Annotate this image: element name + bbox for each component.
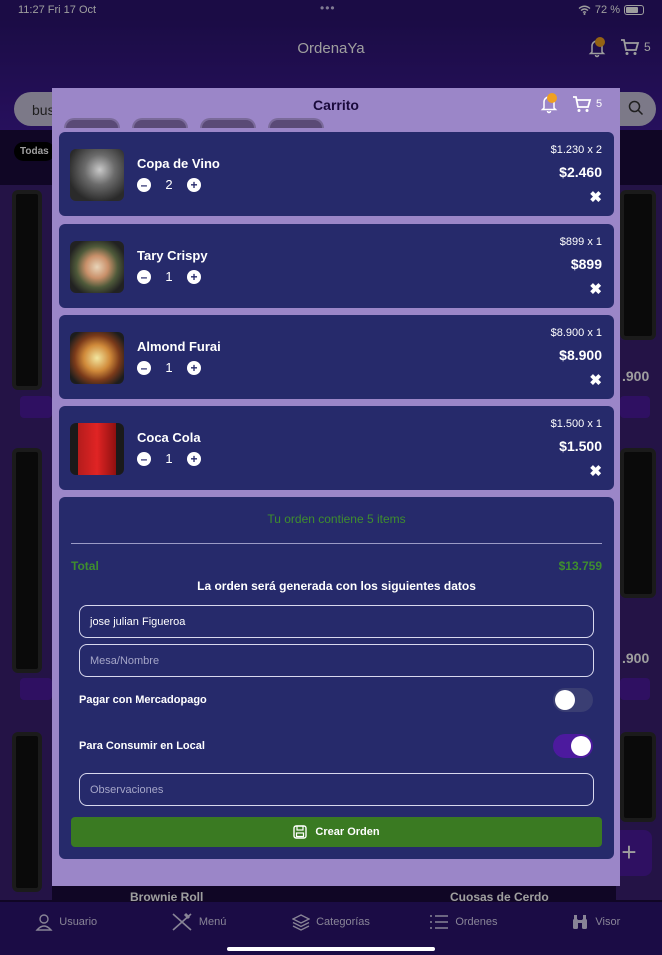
item-subtotal: $899 xyxy=(570,256,602,272)
remove-item-button[interactable]: ✖ xyxy=(589,188,602,206)
cart-item: Copa de Vino – 2 + $1.230 x 2 $2.460 ✖ xyxy=(59,132,614,216)
wine-glass-photo xyxy=(70,149,124,201)
remove-item-button[interactable]: ✖ xyxy=(589,280,602,298)
unit-price: $1.230 x 2 xyxy=(550,144,602,156)
cart-modal-header: Carrito 5 xyxy=(52,88,620,128)
category-thumb xyxy=(64,118,120,128)
cart-item: Almond Furai – 1 + $8.900 x 1 $8.900 ✖ xyxy=(59,315,614,399)
create-order-label: Crear Orden xyxy=(315,826,380,838)
order-summary: Tu orden contiene 5 items Total $13.759 … xyxy=(59,497,614,859)
category-thumb xyxy=(268,118,324,128)
quantity-stepper: – 1 + xyxy=(137,269,201,284)
create-order-button[interactable]: Crear Orden xyxy=(71,817,602,847)
category-thumb xyxy=(132,118,188,128)
toggle-knob xyxy=(571,736,591,756)
cart-item: Tary Crispy – 1 + $899 x 1 $899 ✖ xyxy=(59,224,614,308)
increment-button[interactable]: + xyxy=(187,177,201,192)
quantity-stepper: – 1 + xyxy=(137,451,201,466)
unit-price: $899 x 1 xyxy=(559,236,602,248)
cart-item-name: Tary Crispy xyxy=(137,248,208,263)
quantity-value: 2 xyxy=(165,177,173,192)
increment-button[interactable]: + xyxy=(187,360,201,375)
cart-item-name: Copa de Vino xyxy=(137,156,220,171)
divider xyxy=(71,543,602,544)
category-thumbnails-peek xyxy=(64,118,324,128)
total-value: $13.759 xyxy=(558,559,602,573)
cart-item-name: Coca Cola xyxy=(137,430,201,445)
save-icon xyxy=(293,825,308,839)
home-indicator[interactable] xyxy=(227,947,435,951)
cart-title: Carrito xyxy=(313,97,359,113)
bell-icon xyxy=(540,93,558,114)
coca-cola-can-photo xyxy=(70,423,124,475)
remove-item-button[interactable]: ✖ xyxy=(589,462,602,480)
modal-cart-count: 5 xyxy=(596,98,603,110)
category-thumb xyxy=(200,118,256,128)
quantity-stepper: – 1 + xyxy=(137,360,201,375)
increment-button[interactable]: + xyxy=(187,451,201,466)
item-subtotal: $2.460 xyxy=(559,164,602,180)
mesa-nombre-field[interactable]: Mesa/Nombre xyxy=(79,644,594,677)
decrement-button[interactable]: – xyxy=(137,360,151,375)
cart-modal: Carrito 5 Copa de Vino – 2 + $1.230 x 2 … xyxy=(52,88,620,886)
decrement-button[interactable]: – xyxy=(137,269,151,284)
modal-cart-button[interactable]: 5 xyxy=(572,95,602,113)
consumir-local-label: Para Consumir en Local xyxy=(79,740,205,752)
total-label: Total xyxy=(71,559,99,573)
cart-icon xyxy=(573,96,592,112)
unit-price: $8.900 x 1 xyxy=(550,327,602,339)
mercadopago-toggle[interactable] xyxy=(553,688,593,712)
observations-field[interactable]: Observaciones xyxy=(79,773,594,806)
toggle-knob xyxy=(555,690,575,710)
unit-price: $1.500 x 1 xyxy=(550,418,602,430)
decrement-button[interactable]: – xyxy=(137,177,151,192)
quantity-value: 1 xyxy=(165,451,173,466)
order-count-text: Tu orden contiene 5 items xyxy=(267,512,406,526)
customer-name-field[interactable]: jose julian Figueroa xyxy=(79,605,594,638)
item-subtotal: $1.500 xyxy=(559,438,602,454)
modal-notifications-button[interactable] xyxy=(538,92,560,119)
quantity-stepper: – 2 + xyxy=(137,177,201,192)
quantity-value: 1 xyxy=(165,360,173,375)
order-generation-text: La orden será generada con los siguiente… xyxy=(197,579,476,593)
consumir-local-toggle[interactable] xyxy=(553,734,593,758)
increment-button[interactable]: + xyxy=(187,269,201,284)
mercadopago-label: Pagar con Mercadopago xyxy=(79,694,207,706)
cart-item-name: Almond Furai xyxy=(137,339,221,354)
remove-item-button[interactable]: ✖ xyxy=(589,371,602,389)
decrement-button[interactable]: – xyxy=(137,451,151,466)
quantity-value: 1 xyxy=(165,269,173,284)
item-subtotal: $8.900 xyxy=(559,347,602,363)
cart-item: Coca Cola – 1 + $1.500 x 1 $1.500 ✖ xyxy=(59,406,614,490)
fried-sushi-photo xyxy=(70,332,124,384)
sushi-roll-photo xyxy=(70,241,124,293)
